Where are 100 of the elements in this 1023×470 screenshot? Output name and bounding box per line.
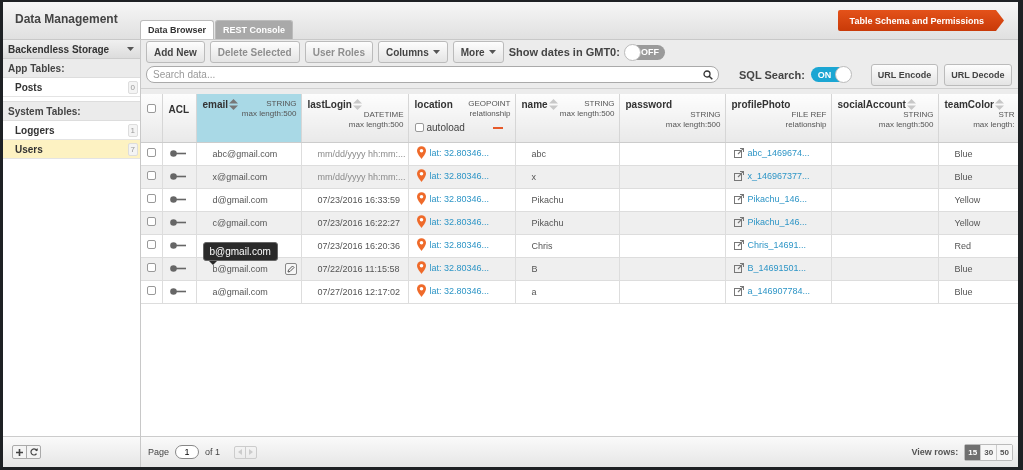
table-cell: Blue <box>954 263 973 274</box>
table-cell: Red <box>954 240 971 251</box>
external-link-icon <box>733 193 744 204</box>
column-header[interactable]: lastLogin <box>307 99 362 110</box>
file-link[interactable]: Pikachu_146... <box>733 193 808 204</box>
date-field[interactable]: mm/dd/yyyy hh:mm:... <box>317 148 406 159</box>
column-header[interactable]: name <box>521 99 558 110</box>
caret-icon <box>488 50 496 54</box>
item-label: Loggers <box>15 124 55 136</box>
item-label: Posts <box>15 81 43 93</box>
edit-icon[interactable] <box>284 262 297 275</box>
item-label: Users <box>15 143 43 155</box>
toggle-switch[interactable]: OFF <box>624 44 665 60</box>
column-type: STRING max length:500 <box>241 99 297 119</box>
file-link[interactable]: Chris_14691... <box>733 239 807 250</box>
column-type: STRING max length:500 <box>878 110 934 130</box>
table-cell: c@gmail.com <box>212 217 268 228</box>
refresh-button[interactable] <box>26 446 40 458</box>
row-checkbox[interactable] <box>147 263 156 272</box>
checkbox[interactable] <box>147 104 156 113</box>
key-icon[interactable] <box>169 195 186 203</box>
table-cell: a@gmail.com <box>212 286 268 297</box>
rows-option[interactable]: 15 <box>965 444 981 460</box>
pin-icon <box>416 284 426 297</box>
table-cell: d@gmail.com <box>212 194 268 205</box>
pin-icon <box>416 169 426 182</box>
key-icon[interactable] <box>169 264 186 272</box>
add-button[interactable] <box>13 446 26 458</box>
key-icon[interactable] <box>169 218 186 226</box>
storage-dropdown[interactable]: Backendless Storage <box>3 40 140 59</box>
group-header: System Tables: <box>3 101 140 121</box>
column-header[interactable]: profilePhoto <box>731 99 791 110</box>
page-label: Page <box>148 447 170 457</box>
count-badge: 0 <box>127 80 138 94</box>
table-cell: x@gmail.com <box>212 171 268 182</box>
sort-icon <box>906 99 916 110</box>
dropdown-button[interactable]: Columns <box>377 41 448 63</box>
rows-option[interactable]: 30 <box>980 444 997 460</box>
page-field[interactable]: 1 <box>175 445 200 459</box>
table-cell: abc <box>531 148 546 159</box>
file-link[interactable]: a_146907784... <box>733 285 811 296</box>
autoload-checkbox[interactable]: autoload <box>414 122 465 133</box>
page-total: of 1 <box>205 447 221 457</box>
toggle-switch[interactable]: ON <box>810 67 851 82</box>
column-header[interactable]: password <box>625 99 673 110</box>
toolbar-button[interactable]: Add New <box>146 41 205 63</box>
column-type: STRING max length:500 <box>665 110 721 130</box>
location-link[interactable]: lat: 32.80346... <box>416 284 490 297</box>
column-header[interactable]: email <box>202 99 239 110</box>
table-cell: 07/23/2016 16:33:59 <box>317 194 401 205</box>
table-cell: Blue <box>954 148 973 159</box>
view-rows-label: View rows: <box>911 447 959 457</box>
key-icon[interactable] <box>169 172 186 180</box>
sidebar-item[interactable]: Posts 0 <box>3 78 140 97</box>
table-cell: 07/27/2016 12:17:02 <box>317 286 401 297</box>
search-field[interactable]: Search data... <box>146 66 719 83</box>
url-button[interactable]: URL Encode <box>870 63 939 86</box>
external-link-icon <box>733 262 744 273</box>
column-header[interactable]: socialAccount <box>837 99 916 110</box>
row-checkbox[interactable] <box>147 194 156 203</box>
table-cell: 07/22/2016 11:15:58 <box>317 263 400 274</box>
location-link[interactable]: lat: 32.80346... <box>416 238 490 251</box>
pin-icon <box>416 238 426 251</box>
column-header[interactable]: location <box>414 99 453 110</box>
pin-icon <box>416 215 426 228</box>
external-link-icon <box>733 239 744 250</box>
location-link[interactable]: lat: 32.80346... <box>416 146 490 159</box>
location-link[interactable]: lat: 32.80346... <box>416 192 490 205</box>
sidebar-item[interactable]: Users 7 <box>3 140 140 159</box>
pin-icon <box>416 261 426 274</box>
key-icon[interactable] <box>169 287 186 295</box>
tab[interactable]: Data Browser <box>140 20 215 39</box>
key-icon[interactable] <box>169 241 186 249</box>
file-link[interactable]: abc_1469674... <box>733 147 810 158</box>
table-cell: Blue <box>954 171 973 182</box>
row-checkbox[interactable] <box>147 286 156 295</box>
schema-button[interactable]: Table Schema and Permissions <box>837 10 1004 31</box>
toggle-label: Show dates in GMT0: <box>508 46 620 58</box>
table-cell: Yellow <box>954 217 981 228</box>
caret-icon <box>432 50 440 54</box>
dropdown-button[interactable]: More <box>452 41 504 63</box>
sort-icon <box>229 99 239 110</box>
rows-option[interactable]: 50 <box>996 444 1012 460</box>
column-type: STRING max length:500 <box>559 99 615 119</box>
key-icon[interactable] <box>169 149 186 157</box>
table-cell: x <box>531 171 536 182</box>
group-header: App Tables: <box>3 59 140 78</box>
column-header[interactable]: teamColor <box>944 99 1004 110</box>
column-type: GEOPOINT relationship <box>468 99 511 119</box>
sidebar-item[interactable]: Loggers 1 <box>3 121 140 140</box>
external-link-icon <box>733 170 744 181</box>
right-arrow-icon <box>249 449 254 455</box>
row-checkbox[interactable] <box>147 217 156 226</box>
column-type: FILE REF relationship <box>785 110 827 130</box>
plus-icon <box>16 448 23 456</box>
row-checkbox[interactable] <box>147 240 156 249</box>
row-checkbox[interactable] <box>147 171 156 180</box>
url-button[interactable]: URL Decode <box>944 63 1012 86</box>
row-checkbox[interactable] <box>147 148 156 157</box>
table-cell: B <box>531 263 538 274</box>
